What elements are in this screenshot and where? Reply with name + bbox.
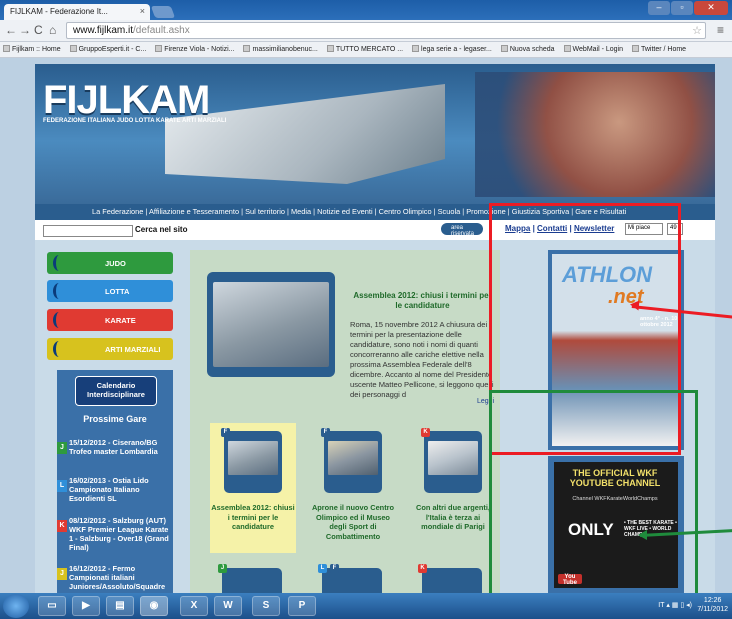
- featured-image[interactable]: [207, 272, 335, 377]
- page-icon: [412, 45, 420, 52]
- system-tray[interactable]: IT ▴ ▦ ▯ ◂): [658, 601, 692, 609]
- chrome-icon[interactable]: ◉: [140, 596, 168, 616]
- swoosh-icon: [53, 312, 65, 328]
- tag-badge: K: [421, 428, 430, 437]
- bookmark-item[interactable]: Twitter / Home: [631, 45, 686, 53]
- folder-icon[interactable]: ▤: [106, 596, 134, 616]
- discipline-badge: L: [57, 480, 67, 492]
- area-riservata-button[interactable]: area riservata: [441, 223, 483, 237]
- bookmark-star-icon[interactable]: ☆: [692, 24, 702, 37]
- browser-titlebar: FIJLKAM - Federazione It... × – ▫ ✕: [0, 0, 732, 20]
- prossime-gare-heading: Prossime Gare: [83, 414, 147, 424]
- calendar-panel: Calendario Interdisciplinare Prossime Ga…: [57, 370, 173, 593]
- news-card[interactable]: K Con altri due argenti, l'Italia è terz…: [410, 423, 496, 553]
- tab-close-icon[interactable]: ×: [140, 6, 145, 16]
- close-window-icon[interactable]: ✕: [694, 1, 728, 15]
- news-title[interactable]: Aprone il nuovo Centro Olimpico ed il Mu…: [310, 503, 396, 541]
- discipline-badge: J: [57, 442, 67, 454]
- site-header: FIJLKAM FEDERAZIONE ITALIANA JUDO LOTTA …: [35, 64, 715, 204]
- news-thumbnail[interactable]: K: [418, 564, 482, 593]
- page-icon: [69, 45, 77, 52]
- discipline-badge: K: [57, 520, 67, 532]
- twitter-icon: [631, 45, 639, 52]
- browser-toolbar: ← → C ⌂ www.fijlkam.it/default.ashx ☆ ≡: [0, 20, 732, 42]
- windows-taskbar: ▭ ▶ ▤ ◉ X W S P IT ▴ ▦ ▯ ◂) 12:26 7/11/20…: [0, 593, 732, 619]
- news-card[interactable]: F Assemblea 2012: chiusi i termini per l…: [210, 423, 296, 553]
- event-item[interactable]: J 15/12/2012 - Ciserano/BG Trofeo master …: [57, 438, 173, 456]
- sport-button-lotta[interactable]: LOTTA: [47, 280, 173, 302]
- explorer-icon[interactable]: ▭: [38, 596, 66, 616]
- window-controls: – ▫ ✕: [648, 1, 728, 15]
- news-thumbnail[interactable]: LF: [318, 564, 382, 593]
- sport-button-judo[interactable]: JUDO: [47, 252, 173, 274]
- swoosh-icon: [53, 255, 65, 271]
- bookmark-item[interactable]: lega serie a - legaser...: [412, 45, 492, 53]
- news-thumbnail[interactable]: J: [218, 564, 282, 593]
- new-tab-button[interactable]: [150, 6, 176, 18]
- news-card[interactable]: F Aprone il nuovo Centro Olimpico ed il …: [310, 423, 396, 553]
- forward-arrow-icon[interactable]: →: [19, 24, 31, 37]
- excel-icon[interactable]: X: [180, 596, 208, 616]
- bookmark-item[interactable]: Nuova scheda: [500, 45, 555, 53]
- search-input[interactable]: [43, 225, 133, 237]
- clock[interactable]: 12:26 7/11/2012: [697, 596, 728, 614]
- home-icon[interactable]: ⌂: [49, 24, 56, 37]
- wrestlers-image: [475, 72, 715, 197]
- red-arrow-head: [629, 299, 640, 311]
- news-title[interactable]: Con altri due argenti, l'Italia è terza …: [410, 503, 496, 532]
- sport-button-karate[interactable]: KARATE: [47, 309, 173, 331]
- sport-button-arti-marziali[interactable]: ARTI MARZIALI: [47, 338, 173, 360]
- logo-subtitle: FEDERAZIONE ITALIANA JUDO LOTTA KARATE A…: [43, 118, 227, 124]
- swoosh-icon: [53, 341, 65, 357]
- powerpoint-icon[interactable]: P: [288, 596, 316, 616]
- bookmark-item[interactable]: Fijlkam :: Home: [3, 45, 61, 53]
- page-icon: [155, 45, 163, 52]
- back-arrow-icon[interactable]: ←: [5, 24, 17, 37]
- skype-icon[interactable]: S: [252, 596, 280, 616]
- maximize-icon[interactable]: ▫: [671, 1, 693, 15]
- reload-icon[interactable]: C: [34, 24, 43, 37]
- bookmark-item[interactable]: Firenze Viola - Notizi...: [155, 45, 235, 53]
- media-player-icon[interactable]: ▶: [72, 596, 100, 616]
- start-button[interactable]: [3, 594, 29, 618]
- browser-tab[interactable]: FIJLKAM - Federazione It... ×: [4, 4, 150, 20]
- bookmark-item[interactable]: massimilianobenuc...: [243, 45, 318, 53]
- address-bar[interactable]: www.fijlkam.it/default.ashx: [66, 22, 706, 39]
- language-indicator: IT: [658, 602, 665, 609]
- search-label[interactable]: Cerca nel sito: [135, 225, 187, 234]
- minimize-icon[interactable]: –: [648, 1, 670, 15]
- word-icon[interactable]: W: [214, 596, 242, 616]
- page-icon: [326, 45, 334, 52]
- page-icon: [563, 45, 571, 52]
- url-host: www.fijlkam.it: [73, 25, 134, 36]
- swoosh-icon: [53, 283, 65, 299]
- bookmark-item[interactable]: WebMail - Login: [563, 45, 623, 53]
- event-item[interactable]: K 08/12/2012 - Salzburg (AUT) WKF Premier…: [57, 516, 173, 552]
- event-item[interactable]: L 16/02/2013 - Ostia Lido Campionato Ital…: [57, 476, 173, 503]
- green-highlight-box: [489, 390, 698, 619]
- featured-text: Roma, 15 novembre 2012 A chiusura dei te…: [350, 320, 494, 399]
- url-path: /default.ashx: [133, 25, 190, 36]
- bookmarks-bar: Fijlkam :: Home GruppoEsperti.it - C... …: [0, 42, 732, 58]
- news-panel: Assemblea 2012: chiusi i termini per le …: [190, 250, 500, 593]
- news-title[interactable]: Assemblea 2012: chiusi i termini per le …: [210, 503, 296, 532]
- calendar-button[interactable]: Calendario Interdisciplinare: [75, 376, 157, 406]
- green-arrow-head: [638, 530, 647, 540]
- menu-icon[interactable]: ≡: [717, 24, 724, 37]
- tag-badge: F: [321, 428, 330, 437]
- tag-badge: F: [221, 428, 230, 437]
- discipline-badge: J: [57, 568, 67, 580]
- bookmark-item[interactable]: GruppoEsperti.it - C...: [69, 45, 146, 53]
- site-logo[interactable]: FIJLKAM: [43, 78, 210, 123]
- featured-title[interactable]: Assemblea 2012: chiusi i termini per le …: [350, 291, 495, 311]
- bookmark-item[interactable]: TUTTO MERCATO ...: [326, 45, 403, 53]
- page-icon: [243, 45, 251, 52]
- event-item[interactable]: J 16/12/2012 - Fermo Campionati italiani …: [57, 564, 173, 591]
- page-icon: [3, 45, 10, 52]
- page-icon: [500, 45, 508, 52]
- tab-title: FIJLKAM - Federazione It...: [10, 7, 108, 16]
